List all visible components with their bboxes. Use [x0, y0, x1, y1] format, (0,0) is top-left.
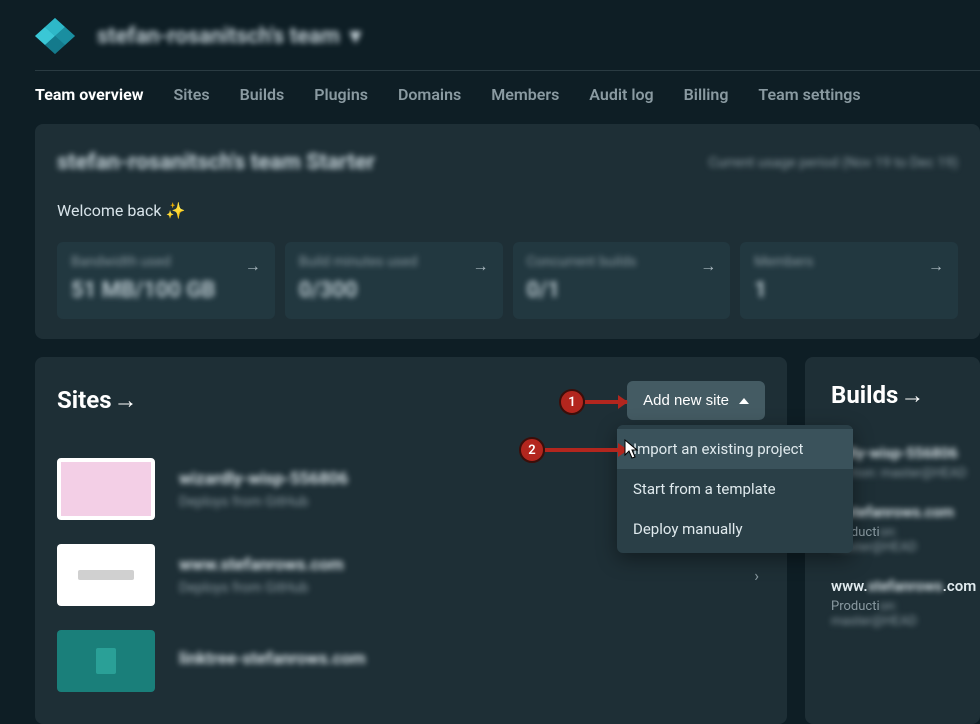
header: stefan-rosanitsch's team ▾: [35, 0, 980, 70]
annotation-1: 1: [559, 389, 627, 415]
site-thumbnail: [57, 630, 155, 692]
build-item[interactable]: w.stefanrows.com Production: master@HEAD: [831, 497, 980, 571]
arrow-right-icon: →: [928, 256, 944, 276]
build-name: w.stefanrows.com: [831, 503, 980, 521]
welcome-text: Welcome back ✨: [57, 189, 958, 242]
nav-sites[interactable]: Sites: [173, 85, 209, 104]
nav-audit-log[interactable]: Audit log: [589, 85, 653, 104]
stat-concurrent-builds[interactable]: Concurrent builds 0/1 →: [513, 242, 731, 319]
nav-builds[interactable]: Builds: [240, 85, 285, 104]
annotation-badge-2: 2: [519, 437, 545, 463]
dropdown-start-template[interactable]: Start from a template: [617, 469, 853, 509]
nav-billing[interactable]: Billing: [684, 85, 729, 104]
cursor-icon: [623, 439, 639, 459]
builds-heading[interactable]: Builds→: [831, 381, 980, 410]
arrow-right-icon: →: [900, 381, 924, 409]
arrow-right-icon: →: [473, 256, 489, 276]
nav-members[interactable]: Members: [491, 85, 559, 104]
build-item[interactable]: www.stefanrows.com Production: master@HE…: [831, 571, 980, 645]
sites-card: Sites→ Add new site Import an existing p…: [35, 357, 787, 724]
usage-period-text: Current usage period (Nov 19 to Dec 19): [708, 155, 958, 171]
nav-team-settings[interactable]: Team settings: [758, 85, 860, 104]
overview-card: stefan-rosanitsch's team Starter Current…: [35, 124, 980, 339]
nav-plugins[interactable]: Plugins: [314, 85, 368, 104]
nav-team-overview[interactable]: Team overview: [35, 85, 144, 104]
annotation-badge-1: 1: [559, 389, 585, 415]
build-subtext: Production: master@HEAD: [831, 525, 980, 555]
overview-team-name: stefan-rosanitsch's team Starter: [57, 150, 375, 175]
dropdown-deploy-manually[interactable]: Deploy manually: [617, 509, 853, 549]
chevron-right-icon: ›: [754, 566, 765, 585]
site-name: linktree-stefanrows.com: [179, 649, 765, 669]
arrow-right-icon: →: [245, 256, 261, 276]
dropdown-import-project[interactable]: Import an existing project: [617, 429, 853, 469]
site-thumbnail: [57, 544, 155, 606]
annotation-arrow-icon: [545, 448, 627, 452]
chevron-down-icon: ▾: [350, 24, 361, 49]
annotation-2: 2: [519, 437, 627, 463]
build-subtext: Production: master@HEAD: [831, 599, 980, 629]
site-name: www.stefanrows.com: [179, 555, 730, 575]
nav-domains[interactable]: Domains: [398, 85, 461, 104]
stat-build-minutes[interactable]: Build minutes used 0/300 →: [285, 242, 503, 319]
site-row[interactable]: linktree-stefanrows.com: [57, 618, 765, 704]
stats-row: Bandwidth used 51 MB/100 GB → Build minu…: [57, 242, 958, 319]
site-thumbnail: [57, 458, 155, 520]
main-nav: Team overview Sites Builds Plugins Domai…: [35, 70, 980, 124]
sites-heading[interactable]: Sites→: [57, 386, 138, 415]
arrow-right-icon: →: [700, 256, 716, 276]
build-name: ardly-wisp-556806: [831, 444, 980, 462]
chevron-up-icon: [739, 398, 749, 404]
build-item[interactable]: ardly-wisp-556806 duction: master@HEAD: [831, 438, 980, 497]
team-selector[interactable]: stefan-rosanitsch's team ▾: [97, 24, 361, 49]
add-site-dropdown: Import an existing project Start from a …: [617, 425, 853, 553]
annotation-arrow-icon: [585, 400, 627, 404]
add-new-site-button[interactable]: Add new site: [627, 381, 765, 420]
stat-members[interactable]: Members 1 →: [740, 242, 958, 319]
arrow-right-icon: →: [114, 386, 138, 414]
stat-bandwidth[interactable]: Bandwidth used 51 MB/100 GB →: [57, 242, 275, 319]
site-subtext: Deploys from GitHub: [179, 580, 730, 596]
team-name-text: stefan-rosanitsch's team: [97, 24, 340, 49]
netlify-logo-icon: [35, 18, 75, 54]
build-subtext: duction: master@HEAD: [831, 466, 980, 481]
